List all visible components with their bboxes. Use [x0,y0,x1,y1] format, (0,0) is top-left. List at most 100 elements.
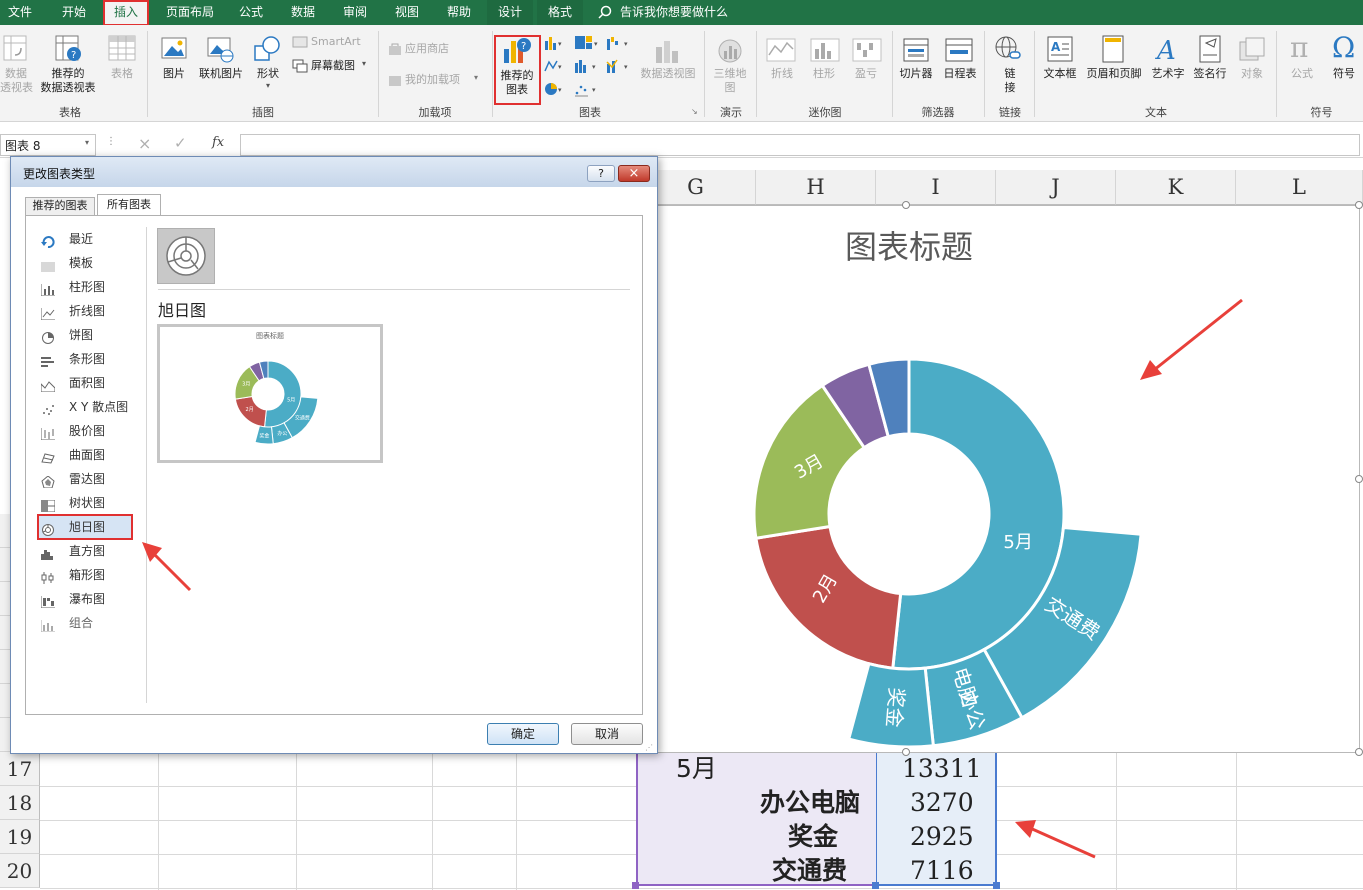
cell-value: 3270 [910,788,974,817]
row-header[interactable]: 17 [0,752,40,786]
shapes-dropdown-icon: ▾ [266,81,271,90]
smartart-button[interactable]: SmartArt [311,35,361,49]
link-button[interactable]: 链 接 [995,67,1025,95]
column-header-l[interactable]: L [1236,170,1363,205]
dialog-close-button[interactable]: × [618,165,650,182]
chart-resize-handle[interactable] [902,201,910,209]
cell-label: 5月 [676,754,717,783]
row-header[interactable]: 20 [0,854,40,888]
pie-chart-icon [41,329,55,344]
tab-insert[interactable]: 插入 [103,0,149,26]
online-picture-button[interactable]: 联机图片 [194,67,248,81]
name-box-dropdown-icon[interactable]: ▾ [85,138,89,147]
timeline-button[interactable]: 日程表 [940,67,980,81]
tab-data[interactable]: 数据 [280,0,326,25]
preview-divider [158,289,630,290]
name-box[interactable]: 图表 8 ▾ [0,134,96,156]
insert-function-icon[interactable]: fx [212,135,224,150]
column-header-h[interactable]: H [756,170,876,205]
tab-home[interactable]: 开始 [50,0,98,25]
recommended-pivot-button[interactable]: 推荐的 数据透视表 [36,67,100,95]
tab-format[interactable]: 格式 [537,0,583,25]
treemap-icon [40,497,56,513]
group-separator [378,31,379,117]
column-header-j[interactable]: J [996,170,1116,205]
cancel-button[interactable]: 取消 [571,723,643,745]
sunburst-chart[interactable]: 5月2月3月交通费办公电脑奖金 [657,206,1361,754]
header-footer-button[interactable]: 页眉和页脚 [1082,67,1146,81]
folder-icon [41,257,55,272]
table-button[interactable]: 表格 [104,67,140,81]
sparkline-line-button[interactable]: 折线 [764,67,800,81]
ok-button[interactable]: 确定 [487,723,559,745]
store-icon [388,42,402,56]
tab-page-layout[interactable]: 页面布局 [158,0,222,25]
chart-preview-thumbnail[interactable]: 图表标题 3月 5月 交通费 2月 办公 奖金 [157,324,383,463]
ribbon-tab-bar: 文件 开始 插入 页面布局 公式 数据 审阅 视图 帮助 设计 格式 告诉我你想… [0,0,1363,26]
svg-text:▾: ▾ [592,63,596,71]
enter-icon[interactable]: ✓ [174,134,187,152]
combo-chart-icon [40,617,55,633]
3d-map-button[interactable]: 三维地 图 [710,67,750,95]
tab-help[interactable]: 帮助 [436,0,482,25]
symbol-icon: Ω [1332,31,1356,64]
group-separator [704,31,705,117]
tell-me-box[interactable]: 告诉我你想要做什么 [620,0,728,25]
store-button[interactable]: 应用商店 [405,42,449,56]
formula-bar-grip-icon: ⋮ [106,136,116,147]
tab-design[interactable]: 设计 [487,0,533,25]
signature-line-button[interactable]: 签名行 [1190,67,1230,81]
chart-resize-handle[interactable] [902,748,910,756]
chart-resize-handle[interactable] [1355,475,1363,483]
online-picture-icon [206,35,234,63]
group-label-tours: 演示 [720,106,742,119]
pivot-table-button[interactable]: 数据 透视表 [0,67,33,95]
screenshot-button[interactable]: 屏幕截图 [311,59,355,73]
textbox-button[interactable]: 文本框 [1040,67,1080,81]
tab-view[interactable]: 视图 [384,0,430,25]
resize-grip-icon[interactable]: ⋰ [645,743,653,752]
chart-resize-handle[interactable] [1355,201,1363,209]
hierarchy-chart-icon: ▾ [574,35,600,51]
range-handle[interactable] [872,882,879,889]
tab-all-charts[interactable]: 所有图表 [97,194,161,216]
tab-formulas[interactable]: 公式 [228,0,274,25]
sparkline-winloss-button[interactable]: 盈亏 [848,67,884,81]
slicer-button[interactable]: 切片器 [896,67,936,81]
equation-button[interactable]: 公式 [1282,67,1322,81]
tab-recommended-charts[interactable]: 推荐的图表 [25,197,95,215]
wordart-button[interactable]: 艺术字 [1146,67,1190,81]
thumb-label: 2月 [246,407,254,413]
range-handle[interactable] [632,882,639,889]
charts-dialog-launcher-icon[interactable]: ↘ [691,107,698,116]
object-button[interactable]: 对象 [1234,67,1270,81]
chart-area[interactable]: 图表标题 5月 2月 3月 交通费 办公 电脑 奖金 [656,205,1360,753]
pivot-chart-button[interactable]: 数据透视图 [636,67,700,81]
cancel-icon[interactable]: × [138,134,151,153]
group-label-addins: 加载项 [418,106,452,119]
help-button[interactable]: ? [587,165,615,182]
table-icon [108,35,136,63]
column-header-i[interactable]: I [876,170,996,205]
sparkline-column-button[interactable]: 柱形 [806,67,842,81]
formula-input[interactable] [240,134,1360,156]
link-icon [994,35,1024,63]
column-header-k[interactable]: K [1116,170,1236,205]
picture-button[interactable]: 图片 [154,67,194,81]
waterfall-icon [40,593,55,609]
shapes-button[interactable]: 形状 [250,67,286,81]
row-header[interactable]: 18 [0,786,40,820]
sunburst-subtype-selected[interactable] [157,228,215,284]
thumb-label: 5月 [287,398,295,404]
tab-file[interactable]: 文件 [0,0,40,25]
symbol-button[interactable]: 符号 [1326,67,1362,81]
range-handle[interactable] [993,882,1000,889]
dialog-titlebar[interactable]: 更改图表类型 ? × [11,157,657,187]
waterfall-chart-icon: ▾ [606,35,632,51]
my-addins-button[interactable]: 我的加载项 [405,73,460,87]
svg-text:A: A [1155,36,1176,63]
chart-resize-handle[interactable] [1355,748,1363,756]
screenshot-icon [292,59,308,73]
row-header[interactable]: 19 [0,820,40,854]
tab-review[interactable]: 审阅 [332,0,378,25]
